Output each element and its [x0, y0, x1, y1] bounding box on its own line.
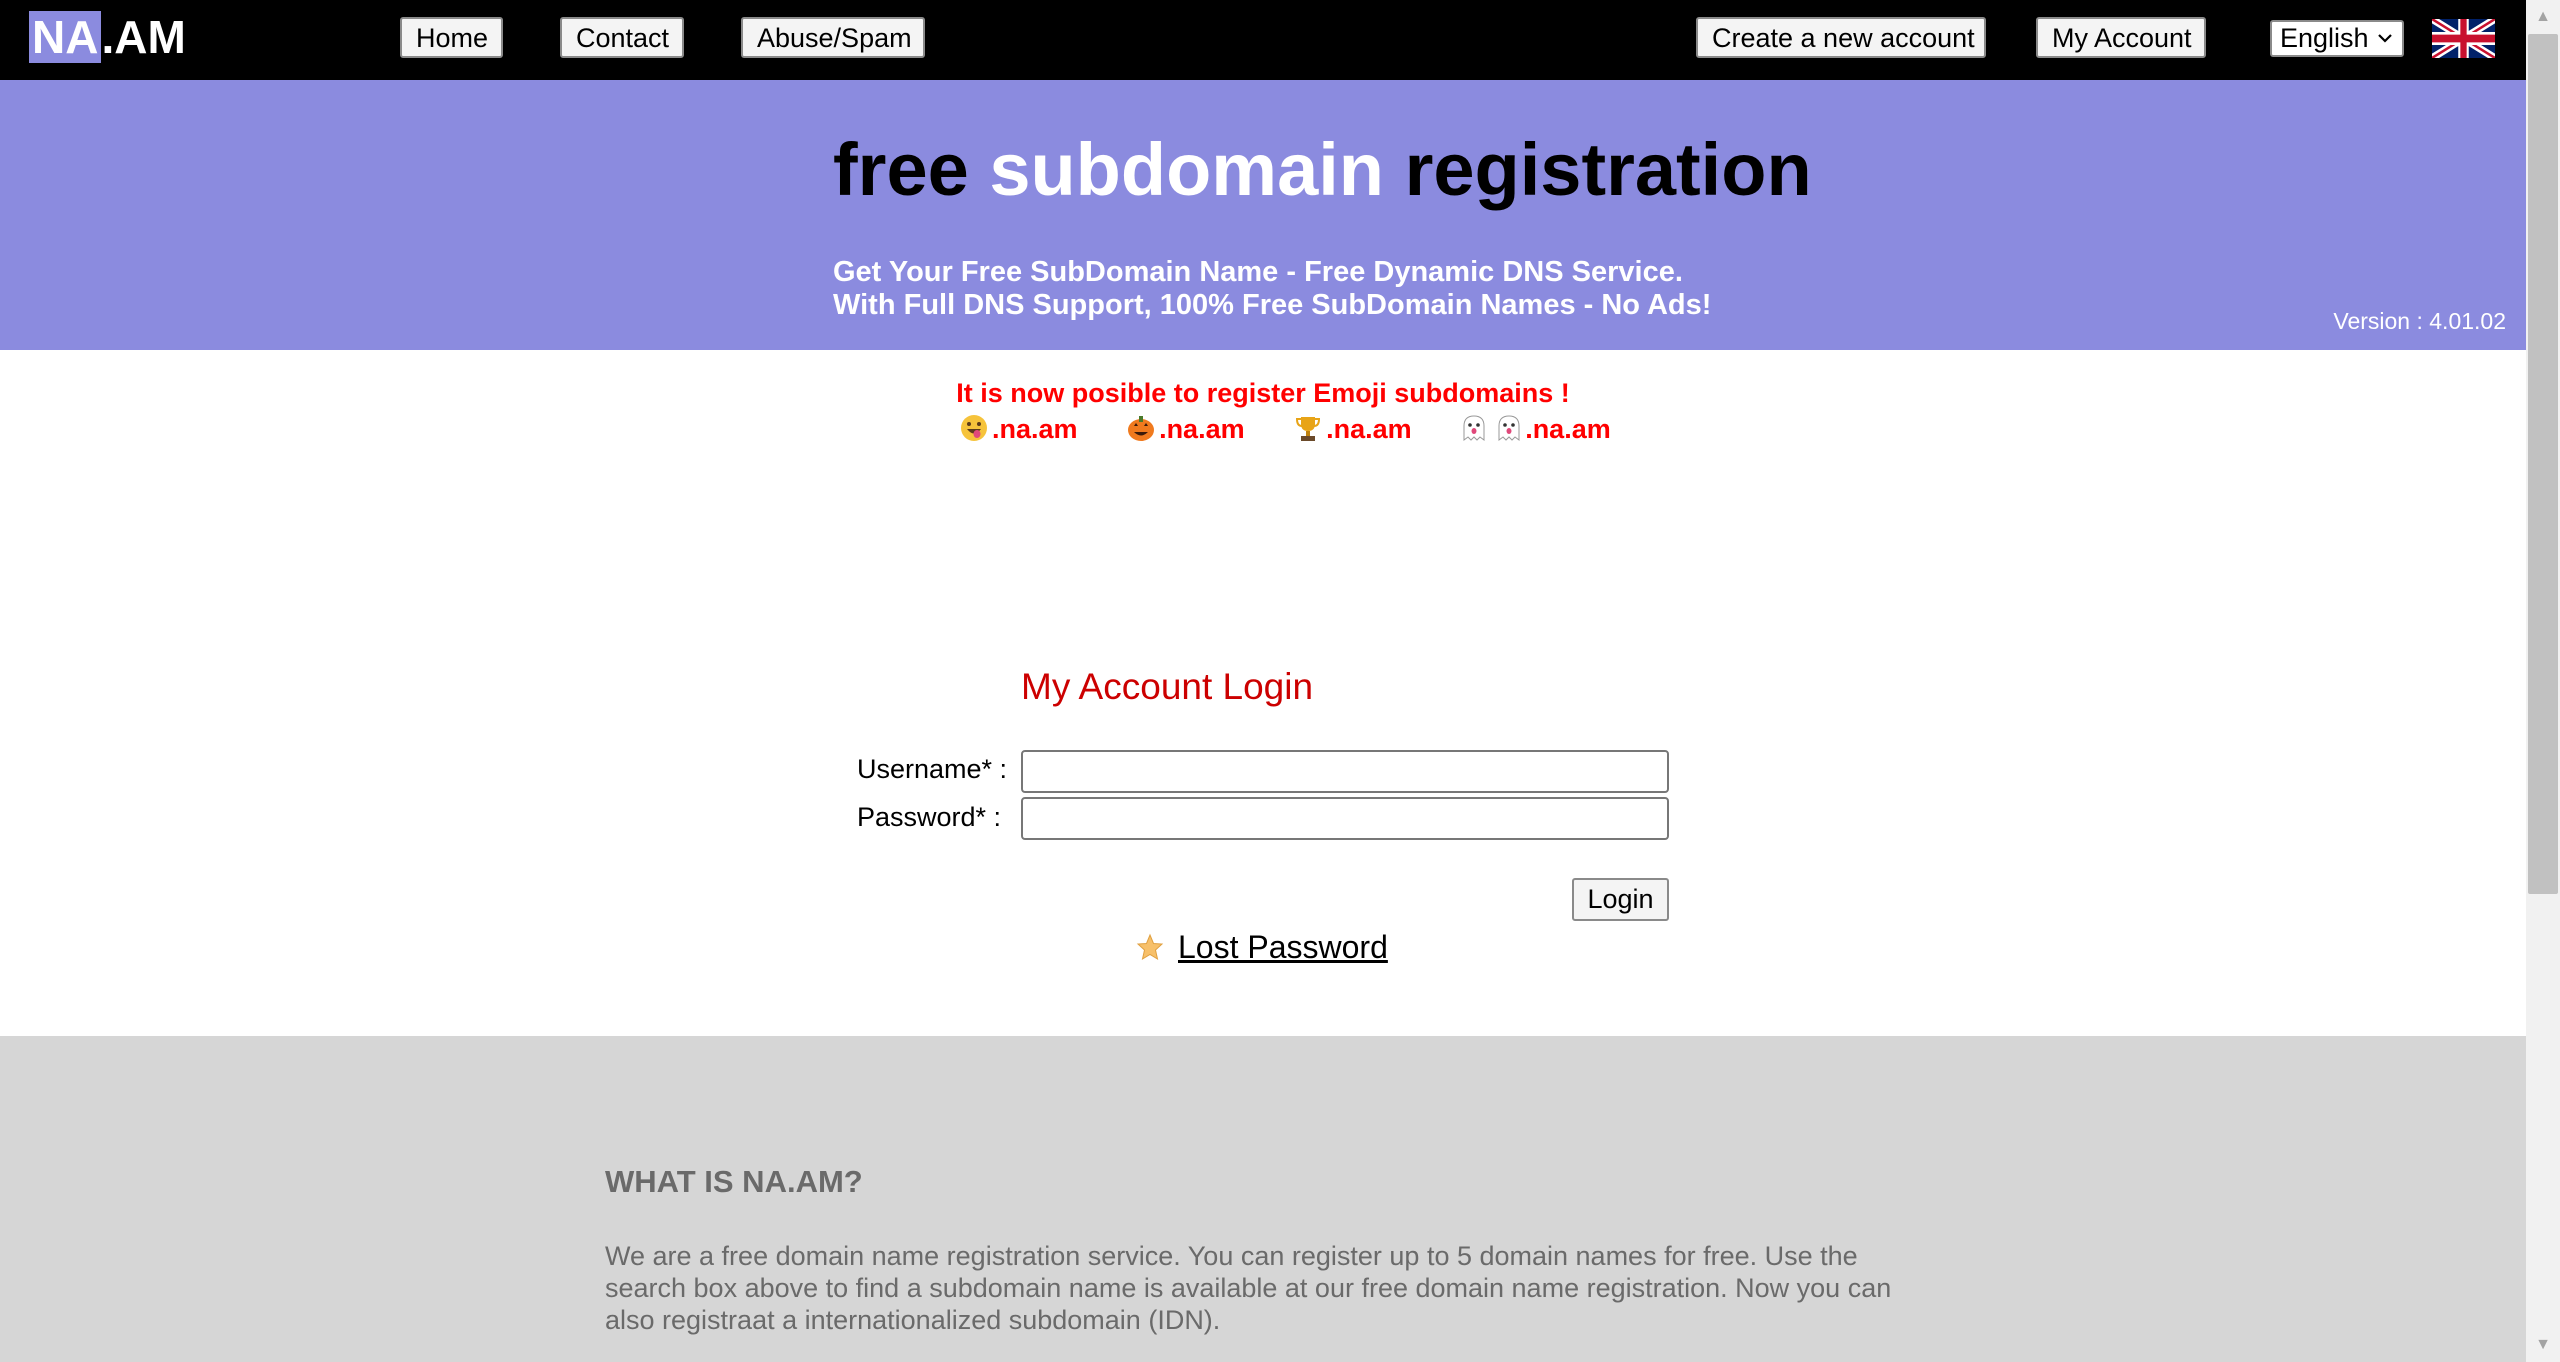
- emoji-domains-row: .na.am .na.am .na.am .na.am: [960, 414, 1653, 448]
- language-select[interactable]: English: [2270, 20, 2404, 57]
- info-text: We are a free domain name registration s…: [605, 1241, 1892, 1335]
- language-select-value: English: [2280, 23, 2369, 53]
- info-section: WHAT IS NA.AM? We are a free domain name…: [0, 1036, 2526, 1362]
- hero-subtitle-line1: Get Your Free SubDomain Name - Free Dyna…: [833, 256, 1683, 288]
- emoji-domain-trophy[interactable]: .na.am: [1294, 414, 1412, 445]
- hero-title-part3: registration: [1404, 128, 1812, 211]
- scroll-down-arrow-icon[interactable]: ▼: [2526, 1328, 2560, 1362]
- page-scrollbar[interactable]: ▲ ▼: [2526, 0, 2560, 1362]
- emoji-domain-tongue[interactable]: .na.am: [960, 414, 1078, 445]
- hero-subtitle-line2: With Full DNS Support, 100% Free SubDoma…: [833, 289, 1712, 321]
- create-account-button[interactable]: Create a new account: [1696, 17, 1986, 58]
- uk-flag-icon[interactable]: [2432, 19, 2495, 58]
- username-label: Username* :: [857, 754, 1008, 784]
- hero-title: free subdomain registration: [833, 128, 1812, 212]
- nav-home-button[interactable]: Home: [400, 17, 503, 58]
- login-button[interactable]: Login: [1572, 878, 1669, 921]
- ghost-emoji: [1463, 415, 1520, 441]
- logo-highlight: NA: [29, 11, 102, 63]
- star-icon: [1136, 933, 1164, 961]
- logo-rest: .AM: [101, 11, 186, 63]
- trophy-emoji: [1296, 417, 1321, 441]
- login-title: My Account Login: [1021, 666, 1314, 707]
- jack-o-lantern-emoji: [1128, 416, 1155, 441]
- nav-abuse-button[interactable]: Abuse/Spam: [741, 17, 925, 58]
- emoji-notice: It is now posible to register Emoji subd…: [956, 378, 1570, 408]
- my-account-button[interactable]: My Account: [2036, 17, 2206, 58]
- hero-subtitle: Get Your Free SubDomain Name - Free Dyna…: [833, 256, 1711, 322]
- tongue-face-emoji: [961, 415, 987, 441]
- emoji-domain-ghost[interactable]: .na.am: [1461, 414, 1611, 445]
- password-input[interactable]: [1021, 797, 1669, 840]
- hero-title-part2: subdomain: [989, 128, 1385, 211]
- lost-password-row: Lost Password: [1136, 929, 1388, 969]
- emoji-domain-suffix: .na.am: [1326, 414, 1412, 444]
- scroll-up-arrow-icon[interactable]: ▲: [2526, 0, 2560, 34]
- top-nav-bar: NA.AM Home Contact Abuse/Spam Create a n…: [0, 0, 2526, 80]
- scrollbar-thumb[interactable]: [2528, 34, 2558, 894]
- info-heading: WHAT IS NA.AM?: [605, 1164, 863, 1199]
- emoji-domain-pumpkin[interactable]: .na.am: [1127, 414, 1245, 445]
- password-label: Password* :: [857, 802, 1002, 832]
- site-logo[interactable]: NA.AM: [29, 10, 186, 64]
- hero-title-part1: free: [833, 128, 969, 211]
- chevron-down-icon: [2376, 22, 2394, 66]
- page: NA.AM Home Contact Abuse/Spam Create a n…: [0, 0, 2526, 1362]
- emoji-domain-suffix: .na.am: [1525, 414, 1611, 444]
- hero-banner: free subdomain registration Get Your Fre…: [0, 80, 2526, 350]
- emoji-domain-suffix: .na.am: [1159, 414, 1245, 444]
- nav-contact-button[interactable]: Contact: [560, 17, 684, 58]
- version-label: Version : 4.01.02: [2333, 308, 2506, 334]
- username-input[interactable]: [1021, 750, 1669, 793]
- lost-password-link[interactable]: Lost Password: [1178, 929, 1388, 965]
- emoji-domain-suffix: .na.am: [992, 414, 1078, 444]
